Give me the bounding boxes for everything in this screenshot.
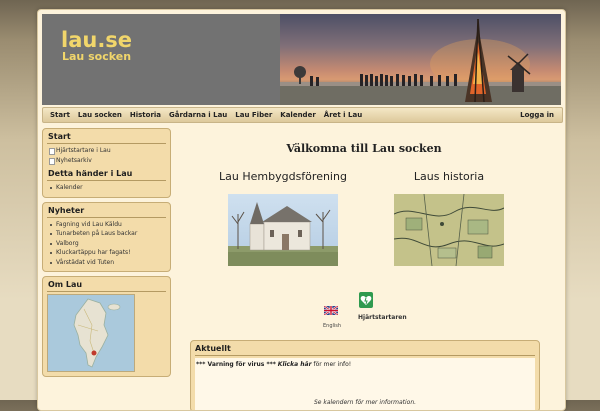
bonfire-scene-image [280,18,561,105]
sidebar-box-news: Nyheter Fagning vid Lau Käldu Tunarbeten… [42,201,171,272]
nav-lau-socken[interactable]: Lau socken [74,111,126,119]
sidebar-heading-about: Om Lau [47,280,166,292]
header-title-panel: lau.se Lau socken [42,14,280,105]
sidebar-link-nyhetsarkiv[interactable]: Nyhetsarkiv [47,156,166,166]
page-container: lau.se Lau socken Start Lau socken Histo… [37,9,566,411]
historical-map-photo[interactable] [394,194,504,266]
gotland-map[interactable] [47,294,135,372]
site-header: lau.se Lau socken [42,14,561,105]
virus-warning: *** Varning för virus *** Klicka här för… [196,361,351,368]
aktuellt-box: Aktuellt *** Varning för virus *** Klick… [190,340,540,410]
gotland-island-shape [73,298,121,368]
church-image [228,202,338,266]
site-subtitle: Lau socken [62,50,132,63]
heart-defibrillator-icon[interactable] [359,292,373,312]
sidebar-heading-happening: Detta händer i Lau [47,169,166,181]
news-item[interactable]: Vårstädat vid Tuten [47,258,166,268]
sidebar: Start Hjärtstartare i Lau Nyhetsarkiv De… [42,128,171,381]
header-bonfire-photo [280,14,561,105]
nav-start[interactable]: Start [43,111,74,119]
site-title[interactable]: lau.se [61,28,132,52]
virus-warning-prefix: *** Varning för virus *** [196,361,276,368]
location-marker-icon [91,350,97,356]
sidebar-box-start: Start Hjärtstartare i Lau Nyhetsarkiv De… [42,128,171,198]
aktuellt-heading: Aktuellt [195,344,535,356]
virus-warning-link[interactable]: Klicka här [278,361,312,368]
news-item[interactable]: Fagning vid Lau Käldu [47,220,166,230]
main-navigation: Start Lau socken Historia Gårdarna i Lau… [42,107,563,123]
old-map-image [394,194,504,266]
english-label[interactable]: English [323,323,341,329]
aktuellt-content: *** Varning för virus *** Klicka här för… [195,358,535,410]
welcome-heading: Välkomna till Lau socken [286,142,442,155]
virus-warning-suffix: för mer info! [313,361,352,368]
nav-historia[interactable]: Historia [126,111,165,119]
sidebar-heading-start: Start [47,132,166,144]
hembygdsforening-title[interactable]: Lau Hembygdsförening [213,170,353,183]
sidebar-link-hjartstartare[interactable]: Hjärtstartare i Lau [47,146,166,156]
nav-aret-i-lau[interactable]: Året i Lau [320,111,366,119]
calendar-note: Se kalendern för mer information. [313,399,417,406]
laus-historia-title[interactable]: Laus historia [379,170,519,183]
hjartstartaren-label[interactable]: Hjärtstartaren [358,314,407,321]
nav-kalender[interactable]: Kalender [276,111,320,119]
news-item[interactable]: Kluckartäppu har fagats! [47,248,166,258]
english-flag-icon[interactable] [323,300,339,319]
sidebar-box-about: Om Lau [42,276,171,377]
news-item[interactable]: Tunarbeten på Laus backar [47,229,166,239]
nav-lau-fiber[interactable]: Lau Fiber [231,111,276,119]
news-item[interactable]: Valborg [47,239,166,249]
sidebar-link-kalender[interactable]: Kalender [47,183,166,193]
sidebar-heading-news: Nyheter [47,206,166,218]
nav-gardarna[interactable]: Gårdarna i Lau [165,111,231,119]
church-photo[interactable] [228,194,338,266]
login-link[interactable]: Logga in [516,111,562,119]
